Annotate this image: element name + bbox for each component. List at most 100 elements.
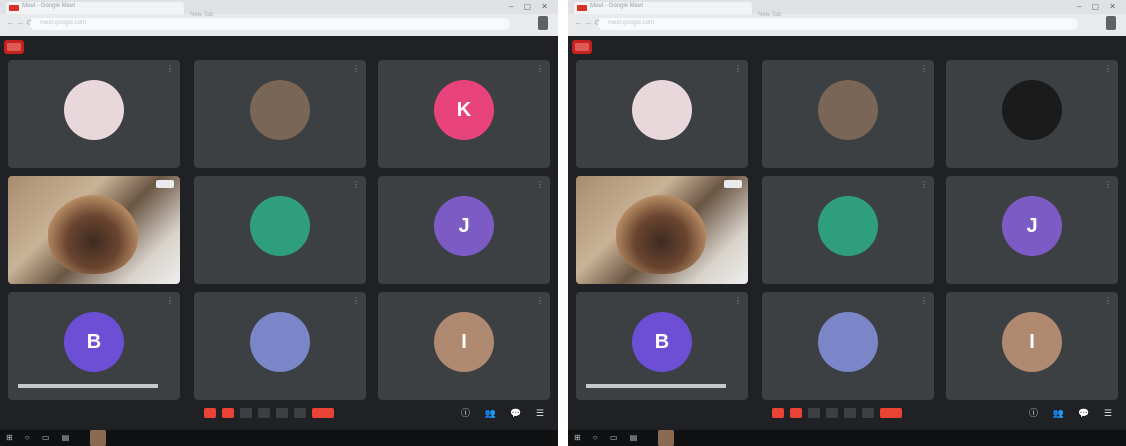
tab-bar: Meet - Google Meet New Tab – ▢ ✕: [568, 0, 1126, 18]
raise-hand-icon[interactable]: [826, 408, 838, 418]
avatar-initial: [250, 80, 310, 140]
participant-tile[interactable]: ⋮: [762, 60, 934, 168]
meet-favicon-icon: [9, 5, 19, 11]
captions-icon[interactable]: [240, 408, 252, 418]
avatar-initial: J: [1026, 215, 1038, 237]
more-options-icon[interactable]: ⋮: [352, 296, 360, 305]
avatar-initial: [818, 80, 878, 140]
more-options-icon[interactable]: ⋮: [166, 296, 174, 305]
avatar: [818, 196, 878, 256]
avatar: [64, 80, 124, 140]
tab-new[interactable]: New Tab: [190, 3, 230, 18]
more-options-icon[interactable]: ⋮: [536, 180, 544, 189]
participant-tile[interactable]: ⋮: [762, 176, 934, 284]
video-feed: [8, 176, 180, 284]
more-options-icon[interactable]: ⋮: [920, 180, 928, 189]
avatar: I: [434, 312, 494, 372]
participant-tile[interactable]: I ⋮: [946, 292, 1118, 400]
side-tools-icon[interactable]: ⓘ 👥 💬 ☰: [461, 406, 550, 419]
meet-logo-icon: [572, 40, 592, 54]
more-options-icon[interactable]: ⋮: [734, 296, 742, 305]
participant-tile[interactable]: ⋮: [194, 176, 366, 284]
participant-tile[interactable]: K ⋮: [378, 60, 550, 168]
tab-title: Meet - Google Meet: [590, 3, 644, 9]
taskbar-app-icon[interactable]: [90, 430, 106, 446]
avatar: [250, 80, 310, 140]
more-options-icon[interactable]: ⋮: [1104, 296, 1112, 305]
more-options-icon[interactable]: ⋮: [166, 64, 174, 73]
end-call-button[interactable]: [312, 408, 334, 418]
window-controls[interactable]: – ▢ ✕: [509, 2, 552, 11]
tab-new[interactable]: New Tab: [758, 3, 798, 18]
more-options-icon[interactable]: ⋮: [536, 64, 544, 73]
avatar: [250, 196, 310, 256]
mic-off-icon[interactable]: [772, 408, 784, 418]
participant-tile[interactable]: B ⋮: [576, 292, 748, 400]
avatar: [1002, 80, 1062, 140]
meet-window-left: Meet - Google Meet New Tab – ▢ ✕ ← → ⟳ m…: [0, 0, 558, 446]
more-options-icon[interactable]: ⋮: [920, 64, 928, 73]
avatar: [250, 312, 310, 372]
avatar-initial: B: [86, 331, 102, 353]
side-tools-icon[interactable]: ⓘ 👥 💬 ☰: [1029, 406, 1118, 419]
more-icon[interactable]: [862, 408, 874, 418]
end-call-button[interactable]: [880, 408, 902, 418]
camera-off-icon[interactable]: [790, 408, 802, 418]
more-options-icon[interactable]: ⋮: [1104, 180, 1112, 189]
caption-bar: [18, 384, 158, 388]
participant-tile-video[interactable]: [576, 176, 748, 284]
more-options-icon[interactable]: ⋮: [352, 64, 360, 73]
captions-icon[interactable]: [808, 408, 820, 418]
avatar-initial: J: [458, 215, 470, 237]
taskbar-icons[interactable]: ⊞ ○ ▭ ▤: [574, 433, 642, 442]
participant-tile[interactable]: ⋮: [194, 60, 366, 168]
more-options-icon[interactable]: ⋮: [352, 180, 360, 189]
participant-tile[interactable]: J ⋮: [378, 176, 550, 284]
participant-tile[interactable]: ⋮: [194, 292, 366, 400]
meeting-app: ⋮ ⋮ ⋮ ⋮ J ⋮ B ⋮ ⋮ I ⋮ ⓘ 👥 💬 ☰ ⊞ ○ ▭ ▤: [568, 36, 1126, 446]
more-icon[interactable]: [294, 408, 306, 418]
avatar-initial: [818, 196, 878, 256]
extension-icon[interactable]: [538, 16, 548, 30]
more-options-icon[interactable]: ⋮: [1104, 64, 1112, 73]
present-icon[interactable]: [276, 408, 288, 418]
window-controls[interactable]: – ▢ ✕: [1077, 2, 1120, 11]
participant-tile[interactable]: I ⋮: [378, 292, 550, 400]
browser-chrome: Meet - Google Meet New Tab – ▢ ✕ ← → ⟳ m…: [0, 0, 558, 36]
avatar: [818, 312, 878, 372]
pin-icon[interactable]: [724, 180, 742, 188]
os-taskbar: ⊞ ○ ▭ ▤: [0, 430, 558, 446]
extension-icon[interactable]: [1106, 16, 1116, 30]
address-bar[interactable]: meet.google.com: [30, 18, 510, 30]
participant-tile[interactable]: J ⋮: [946, 176, 1118, 284]
participant-tile[interactable]: ⋮: [946, 60, 1118, 168]
url-text: meet.google.com: [40, 20, 87, 26]
avatar-initial: [250, 312, 310, 372]
more-options-icon[interactable]: ⋮: [920, 296, 928, 305]
participant-tile-video[interactable]: [8, 176, 180, 284]
tab-meet[interactable]: Meet - Google Meet: [6, 2, 184, 14]
raise-hand-icon[interactable]: [258, 408, 270, 418]
participant-tile[interactable]: B ⋮: [8, 292, 180, 400]
tab-title: Meet - Google Meet: [22, 3, 76, 9]
more-options-icon[interactable]: ⋮: [734, 64, 742, 73]
call-controls: [204, 408, 340, 426]
participant-tile[interactable]: ⋮: [8, 60, 180, 168]
caption-bar: [586, 384, 726, 388]
avatar-initial: [1002, 80, 1062, 140]
taskbar-icons[interactable]: ⊞ ○ ▭ ▤: [6, 433, 74, 442]
address-bar[interactable]: meet.google.com: [598, 18, 1078, 30]
avatar: J: [434, 196, 494, 256]
taskbar-app-icon[interactable]: [658, 430, 674, 446]
tab-meet[interactable]: Meet - Google Meet: [574, 2, 752, 14]
more-options-icon[interactable]: ⋮: [536, 296, 544, 305]
participant-tile[interactable]: ⋮: [576, 60, 748, 168]
present-icon[interactable]: [844, 408, 856, 418]
camera-off-icon[interactable]: [222, 408, 234, 418]
mic-off-icon[interactable]: [204, 408, 216, 418]
pin-icon[interactable]: [156, 180, 174, 188]
avatar-initial: [250, 196, 310, 256]
tab-bar: Meet - Google Meet New Tab – ▢ ✕: [0, 0, 558, 18]
meet-window-right: Meet - Google Meet New Tab – ▢ ✕ ← → ⟳ m…: [568, 0, 1126, 446]
participant-tile[interactable]: ⋮: [762, 292, 934, 400]
